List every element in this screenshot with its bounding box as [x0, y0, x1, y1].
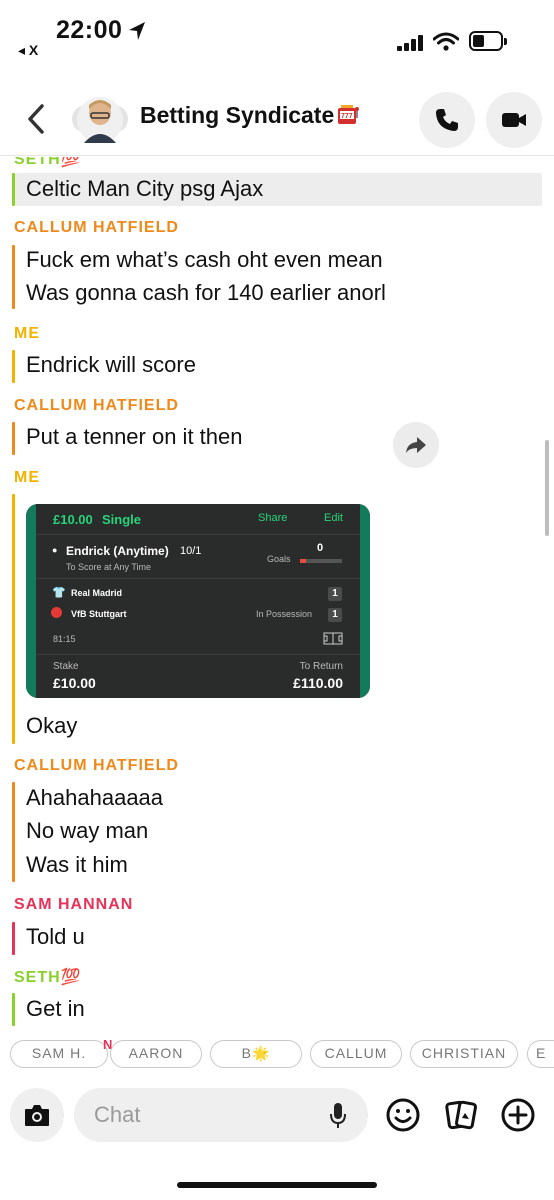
message-bar — [12, 782, 15, 882]
status-bar: 22:00 ◂ X — [0, 0, 554, 70]
chat-header: Betting Syndicate 777 — [0, 80, 554, 156]
slip-goals-value: 0 — [317, 542, 324, 554]
message-bar — [12, 422, 15, 455]
message-text[interactable]: Endrick will score — [26, 352, 196, 378]
back-chevron-icon[interactable] — [22, 102, 52, 136]
chip-e[interactable]: E — [527, 1040, 554, 1068]
slip-odds: 10/1 — [180, 545, 202, 557]
slip-home-team: Real Madrid — [71, 588, 123, 598]
slip-stake-label: Stake — [53, 661, 79, 672]
message-sender: CALLUM HATFIELD — [14, 757, 179, 774]
battery-icon — [469, 31, 507, 51]
slip-away-team: VfB Stuttgart — [71, 609, 127, 619]
message-bar — [12, 350, 15, 383]
slip-possession-label: In Possession — [256, 609, 313, 619]
bet-slip-image[interactable]: £10.00 Single Share Edit ● Endrick (Anyt… — [26, 504, 370, 698]
svg-text:777: 777 — [341, 113, 353, 120]
chip-sam-h[interactable]: SAM H. — [10, 1040, 108, 1068]
slip-share: Share — [258, 512, 288, 524]
message-text[interactable]: No way man — [26, 818, 148, 844]
message-text[interactable]: Put a tenner on it then — [26, 424, 243, 450]
plus-icon[interactable] — [500, 1097, 536, 1133]
group-avatar[interactable] — [70, 93, 130, 147]
slip-bet-type: Single — [102, 512, 142, 527]
slip-market: To Score at Any Time — [66, 562, 152, 572]
forward-button[interactable] — [393, 422, 439, 468]
message-bar — [12, 173, 15, 206]
message-text[interactable]: Was it him — [26, 852, 128, 878]
message-bar — [12, 494, 15, 744]
camera-icon — [25, 1105, 49, 1126]
emoji-icon[interactable] — [385, 1097, 421, 1133]
input-bar — [0, 1080, 554, 1152]
message-bar — [12, 922, 15, 955]
message-text[interactable]: Celtic Man City psg Ajax — [26, 176, 263, 202]
voice-call-button[interactable] — [419, 92, 475, 148]
chat-input[interactable] — [74, 1088, 368, 1142]
pitch-icon — [323, 632, 343, 645]
slot-machine-icon: 777 — [338, 105, 360, 124]
message-bar — [12, 245, 15, 309]
message-sender: ME — [14, 469, 40, 486]
slip-match-time: 81:15 — [53, 634, 76, 644]
message-text[interactable]: Get in — [26, 996, 85, 1022]
memories-cards-icon[interactable] — [443, 1097, 479, 1133]
slip-away-score: 1 — [328, 608, 342, 622]
message-text[interactable]: Fuck em what’s cash oht even mean — [26, 247, 383, 273]
cellular-signal-icon — [397, 35, 423, 51]
slip-stake-value: £10.00 — [53, 675, 96, 691]
slip-selection: Endrick (Anytime) — [66, 544, 169, 558]
location-arrow-icon — [129, 22, 145, 40]
video-camera-icon — [502, 113, 526, 127]
camera-button[interactable] — [10, 1088, 64, 1142]
back-to-app-link[interactable]: ◂ X — [18, 42, 38, 59]
slip-home-score: 1 — [328, 587, 342, 601]
mention-chips: SAM H. N AARON B🌟 CALLUM CHRISTIAN E — [0, 1037, 554, 1073]
chip-aaron[interactable]: AARON — [110, 1040, 202, 1068]
message-bar — [12, 993, 15, 1026]
chip-christian[interactable]: CHRISTIAN — [410, 1040, 518, 1068]
home-indicator[interactable] — [177, 1182, 377, 1188]
message-list[interactable]: SETH💯 Celtic Man City psg Ajax CALLUM HA… — [0, 157, 554, 1037]
slip-return-label: To Return — [299, 661, 343, 672]
message-text[interactable]: Told u — [26, 924, 85, 950]
message-text[interactable]: Okay — [26, 713, 77, 739]
scrollbar[interactable] — [545, 440, 549, 536]
video-call-button[interactable] — [486, 92, 542, 148]
slip-return-value: £110.00 — [293, 675, 343, 691]
message-sender: CALLUM HATFIELD — [14, 219, 179, 236]
status-time: 22:00 — [56, 16, 123, 44]
chip-b[interactable]: B🌟 — [210, 1040, 302, 1068]
phone-icon — [436, 109, 458, 131]
slip-edit: Edit — [324, 512, 343, 524]
group-title[interactable]: Betting Syndicate 777 — [140, 102, 360, 129]
message-sender: CALLUM HATFIELD — [14, 397, 179, 414]
microphone-icon[interactable] — [328, 1102, 348, 1130]
message-text[interactable]: Was gonna cash for 140 earlier anorl — [26, 280, 386, 306]
slip-goals-label: Goals — [267, 554, 291, 564]
message-sender: ME — [14, 325, 40, 342]
wifi-icon — [433, 32, 459, 51]
forward-arrow-icon — [406, 437, 426, 453]
chip-callum[interactable]: CALLUM — [310, 1040, 402, 1068]
message-sender: SETH💯 — [14, 969, 82, 986]
message-sender: SAM HANNAN — [14, 896, 134, 913]
message-text[interactable]: Ahahahaaaaa — [26, 785, 163, 811]
message-sender: SETH💯 — [14, 157, 82, 168]
slip-stake-header: £10.00 — [53, 512, 93, 527]
